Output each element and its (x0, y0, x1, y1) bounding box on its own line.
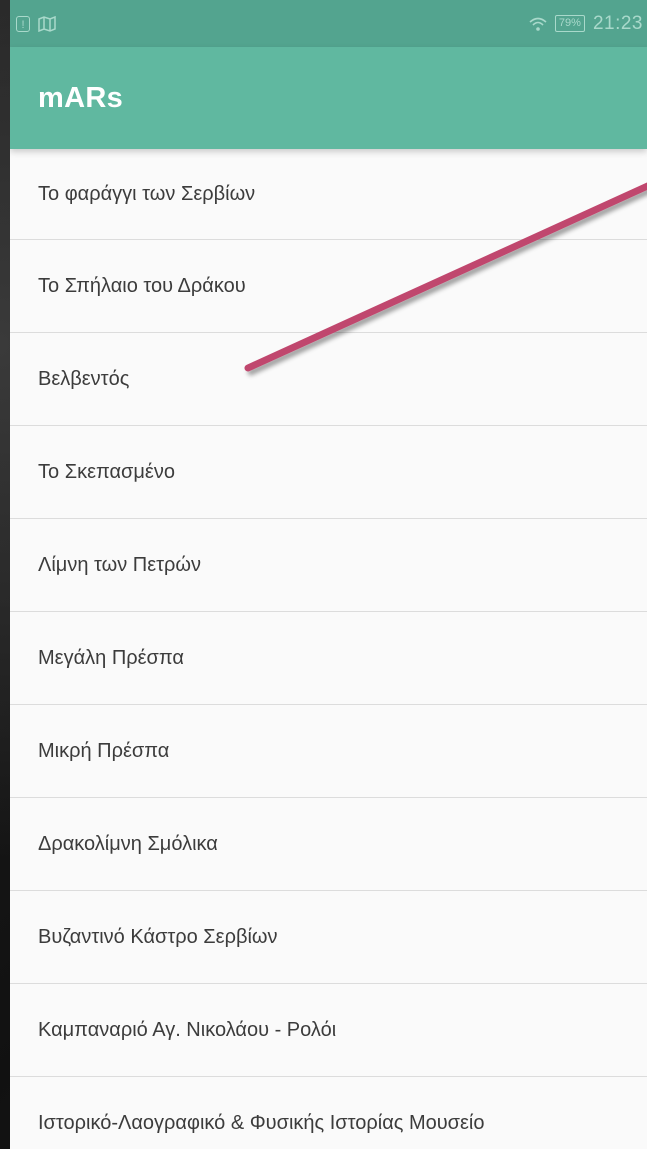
list-item[interactable]: Το Σπήλαιο του Δράκου (10, 240, 647, 333)
battery-icon: 79% (554, 15, 585, 32)
status-bar: ! 79% 21:23 (10, 0, 647, 47)
list-item[interactable]: Δρακολίμνη Σμόλικα (10, 798, 647, 891)
places-list: Το φαράγγι των Σερβίων Το Σπήλαιο του Δρ… (10, 149, 647, 1149)
map-icon (38, 15, 56, 32)
status-right: 79% 21:23 (529, 13, 643, 35)
app-title: mARs (38, 81, 123, 114)
list-item[interactable]: Το Σκεπασμένο (10, 426, 647, 519)
status-left: ! (16, 15, 56, 32)
alert-icon: ! (16, 15, 30, 32)
list-item[interactable]: Βελβεντός (10, 333, 647, 426)
list-item[interactable]: Μεγάλη Πρέσπα (10, 612, 647, 705)
list-item[interactable]: Βυζαντινό Κάστρο Σερβίων (10, 891, 647, 984)
app-bar: mARs (10, 47, 647, 149)
status-time: 21:23 (592, 12, 643, 34)
phone-screen: ! 79% 21:23 mARs Το φαράγγι των Σερβίων (10, 0, 647, 1149)
list-item[interactable]: Ιστορικό-Λαογραφικό & Φυσικής Ιστορίας Μ… (10, 1077, 647, 1149)
list-item[interactable]: Καμπαναριό Αγ. Νικολάου - Ρολόι (10, 984, 647, 1077)
list-item[interactable]: Λίμνη των Πετρών (10, 519, 647, 612)
list-item[interactable]: Μικρή Πρέσπα (10, 705, 647, 798)
list-item[interactable]: Το φαράγγι των Σερβίων (10, 149, 647, 240)
wifi-icon (529, 16, 547, 32)
